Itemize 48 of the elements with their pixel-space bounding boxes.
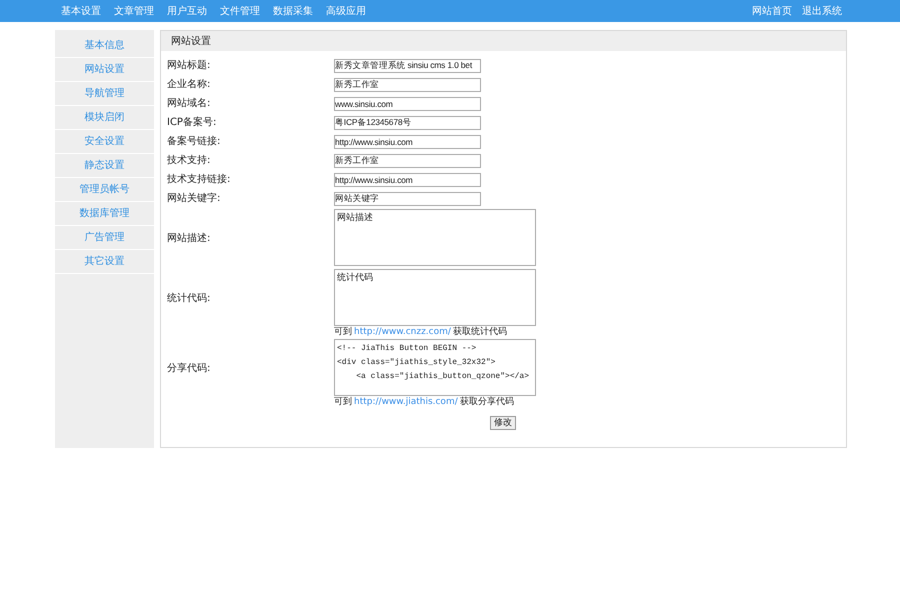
field-label: 技术支持链接: <box>167 174 230 185</box>
nav-link[interactable]: 文件管理 <box>220 4 260 18</box>
sidebar-item[interactable]: 管理员帐号 <box>55 178 154 202</box>
field-label: ICP备案号: <box>167 117 216 128</box>
text-input[interactable]: http://www.sinsiu.com <box>334 172 481 186</box>
text-area[interactable]: 网站描述 <box>334 209 536 266</box>
submit-button[interactable]: 修改 <box>490 416 516 430</box>
hint-text: 获取分享代码 <box>460 396 514 408</box>
hint-text: 可到 <box>334 326 352 338</box>
field-label: 分享代码: <box>167 362 210 376</box>
hint-text: 获取统计代码 <box>452 326 507 338</box>
nav-link[interactable]: 用户互动 <box>167 4 207 18</box>
panel-title: 网站设置 <box>161 31 846 51</box>
nav-link[interactable]: 数据采集 <box>273 4 313 18</box>
text-input[interactable]: 新秀文章管理系统 sinsiu cms 1.0 bet <box>334 58 481 72</box>
nav-link[interactable]: 网站首页 <box>752 4 792 18</box>
sidebar-item[interactable]: 静态设置 <box>55 154 154 178</box>
sidebar-item[interactable]: 网站设置 <box>55 58 154 82</box>
hint-link[interactable]: http://www.cnzz.com/ <box>354 326 451 338</box>
text-input[interactable]: 新秀工作室 <box>334 78 481 92</box>
text-input[interactable]: 粤ICP备12345678号 <box>334 116 481 130</box>
text-input[interactable]: www.sinsiu.com <box>334 96 481 110</box>
hint-link[interactable]: http://www.jiathis.com/ <box>354 396 458 408</box>
code-area[interactable]: <!-- JiaThis Button BEGIN --> <div class="jiathis_style_32x32"> <a class="jiathis_button_qzone"></a> <box>334 339 536 396</box>
sidebar-item[interactable]: 广告管理 <box>55 226 154 250</box>
field-label: 网站描述: <box>167 232 210 246</box>
sidebar-item[interactable]: 数据库管理 <box>55 202 154 226</box>
field-label: 网站关键字: <box>167 193 220 204</box>
field-label: 技术支持: <box>167 155 210 166</box>
nav-link[interactable]: 高级应用 <box>326 4 366 18</box>
field-label: 备案号链接: <box>167 136 220 147</box>
sidebar-item[interactable]: 其它设置 <box>55 250 154 274</box>
text-area[interactable]: 统计代码 <box>334 269 536 326</box>
text-input[interactable]: 新秀工作室 <box>334 154 481 168</box>
sidebar-item[interactable]: 导航管理 <box>55 82 154 106</box>
text-input[interactable]: 网站关键字 <box>334 192 481 206</box>
text-input[interactable]: http://www.sinsiu.com <box>334 134 481 148</box>
nav-link[interactable]: 退出系统 <box>802 4 842 18</box>
field-label: 网站域名: <box>167 98 210 109</box>
nav-link[interactable]: 文章管理 <box>114 4 154 18</box>
sidebar-item[interactable]: 模块启闭 <box>55 106 154 130</box>
field-label: 网站标题: <box>167 60 210 71</box>
field-label: 企业名称: <box>167 79 210 90</box>
field-label: 统计代码: <box>167 292 210 306</box>
sidebar-item[interactable]: 基本信息 <box>55 34 154 58</box>
sidebar-item[interactable]: 安全设置 <box>55 130 154 154</box>
hint-text: 可到 <box>334 396 352 408</box>
nav-link[interactable]: 基本设置 <box>61 4 101 18</box>
